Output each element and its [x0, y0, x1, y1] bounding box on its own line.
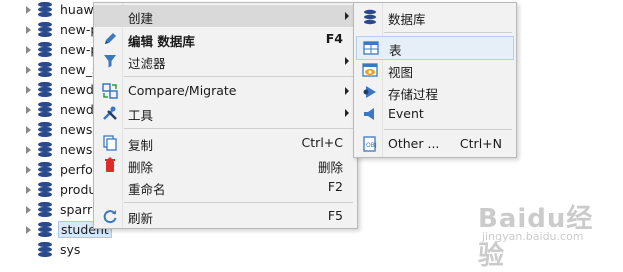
submenu-arrow-icon — [345, 87, 349, 95]
submenu-item-other[interactable]: OBJ Other ... Ctrl+N — [354, 133, 516, 155]
menu-separator — [124, 128, 353, 129]
pencil-icon — [102, 31, 118, 47]
menu-item-label: 存储过程 — [388, 87, 439, 102]
menu-item-filter[interactable]: 过滤器 — [94, 50, 357, 72]
menu-separator — [384, 32, 512, 33]
expand-arrow-icon[interactable] — [26, 126, 31, 134]
context-menu: 创建 编辑 数据库 F4 过滤器 Compare/Migrate 工具 复制 C… — [93, 2, 358, 229]
delete-icon — [102, 157, 118, 173]
submenu-arrow-icon — [345, 109, 349, 117]
menu-item-shortcut: 删除 — [317, 160, 343, 175]
expand-arrow-icon[interactable] — [26, 146, 31, 154]
menu-item-label: Other ... — [388, 136, 440, 151]
menu-item-compare-migrate[interactable]: Compare/Migrate — [94, 80, 357, 102]
menu-item-label: 视图 — [388, 65, 414, 80]
menu-item-label: 删除 — [128, 160, 154, 175]
expand-arrow-icon[interactable] — [26, 6, 31, 14]
submenu-arrow-icon — [345, 57, 349, 65]
expand-arrow-icon[interactable] — [26, 86, 31, 94]
tools-icon — [102, 105, 118, 121]
menu-item-delete[interactable]: 删除 删除 — [94, 154, 357, 176]
menu-separator — [124, 76, 353, 77]
menu-item-shortcut: F4 — [325, 31, 343, 46]
menu-item-label: 刷新 — [128, 211, 154, 226]
watermark-text: Baidu经验 — [478, 204, 594, 271]
expand-arrow-icon[interactable] — [26, 206, 31, 214]
expand-arrow-icon[interactable] — [26, 106, 31, 114]
menu-item-create[interactable]: 创建 — [94, 5, 357, 27]
database-icon — [38, 82, 52, 98]
menu-item-label: Event — [388, 106, 424, 121]
expand-arrow-icon[interactable] — [26, 226, 31, 234]
view-icon — [362, 62, 378, 78]
submenu-item-table[interactable]: 表 — [356, 36, 514, 60]
menu-item-label: 重命名 — [128, 182, 166, 197]
database-icon — [38, 62, 52, 78]
menu-item-copy[interactable]: 复制 Ctrl+C — [94, 132, 357, 154]
menu-separator — [124, 202, 353, 203]
menu-item-tools[interactable]: 工具 — [94, 102, 357, 124]
menu-item-edit-database[interactable]: 编辑 数据库 F4 — [94, 28, 357, 50]
database-icon — [38, 202, 52, 218]
database-icon — [38, 162, 52, 178]
submenu-item-view[interactable]: 视图 — [354, 59, 516, 81]
database-icon — [362, 9, 378, 25]
menu-item-shortcut: F2 — [327, 179, 343, 194]
create-submenu: 数据库 表 视图 存储过程 Event OBJ Other ... Ctrl+N — [353, 2, 517, 158]
refresh-icon — [102, 208, 118, 224]
table-icon — [363, 40, 379, 56]
menu-item-label: 编辑 数据库 — [128, 34, 195, 49]
menu-item-label: 表 — [389, 43, 402, 58]
database-icon — [38, 142, 52, 158]
compare-icon — [102, 83, 118, 99]
svg-text:OBJ: OBJ — [366, 142, 377, 149]
procedure-icon — [362, 84, 378, 100]
menu-separator — [384, 129, 512, 130]
database-icon — [38, 2, 52, 18]
menu-item-refresh[interactable]: 刷新 F5 — [94, 205, 357, 227]
menu-item-label: Compare/Migrate — [128, 83, 237, 98]
database-icon — [38, 222, 52, 238]
expand-arrow-icon[interactable] — [26, 66, 31, 74]
watermark: Baidu经验 jingyan.baidu.com — [478, 198, 618, 271]
menu-item-label: 数据库 — [388, 12, 426, 27]
database-icon — [38, 22, 52, 38]
submenu-item-database[interactable]: 数据库 — [354, 6, 516, 28]
database-icon — [38, 122, 52, 138]
menu-item-shortcut: Ctrl+N — [459, 136, 502, 151]
other-icon: OBJ — [362, 136, 378, 152]
submenu-item-event[interactable]: Event — [354, 103, 516, 125]
expand-arrow-icon[interactable] — [26, 46, 31, 54]
submenu-arrow-icon — [345, 12, 349, 20]
database-icon — [38, 242, 52, 258]
tree-item-label[interactable]: perfo — [60, 162, 93, 177]
tree-item-label[interactable]: newdi — [60, 102, 97, 117]
database-icon — [38, 42, 52, 58]
tree-item-label[interactable]: produ — [60, 182, 96, 197]
copy-icon — [102, 135, 118, 151]
menu-item-label: 工具 — [128, 108, 154, 123]
tree-item-label[interactable]: sparr — [60, 202, 92, 217]
expand-arrow-icon[interactable] — [26, 166, 31, 174]
tree-item[interactable]: sys — [26, 240, 116, 260]
database-icon — [38, 102, 52, 118]
menu-item-shortcut: Ctrl+C — [301, 135, 343, 150]
submenu-item-procedure[interactable]: 存储过程 — [354, 81, 516, 103]
expand-arrow-icon[interactable] — [26, 26, 31, 34]
menu-item-rename[interactable]: 重命名 F2 — [94, 176, 357, 198]
database-icon — [38, 182, 52, 198]
expand-arrow-icon[interactable] — [26, 186, 31, 194]
menu-item-label: 复制 — [128, 138, 154, 153]
menu-item-label: 创建 — [128, 11, 154, 26]
tree-item-label[interactable]: newdi — [60, 82, 97, 97]
watermark-subtext: jingyan.baidu.com — [482, 230, 584, 243]
menu-item-label: 过滤器 — [128, 56, 166, 71]
event-icon — [362, 106, 378, 122]
menu-item-shortcut: F5 — [327, 208, 343, 223]
filter-icon — [102, 53, 118, 69]
